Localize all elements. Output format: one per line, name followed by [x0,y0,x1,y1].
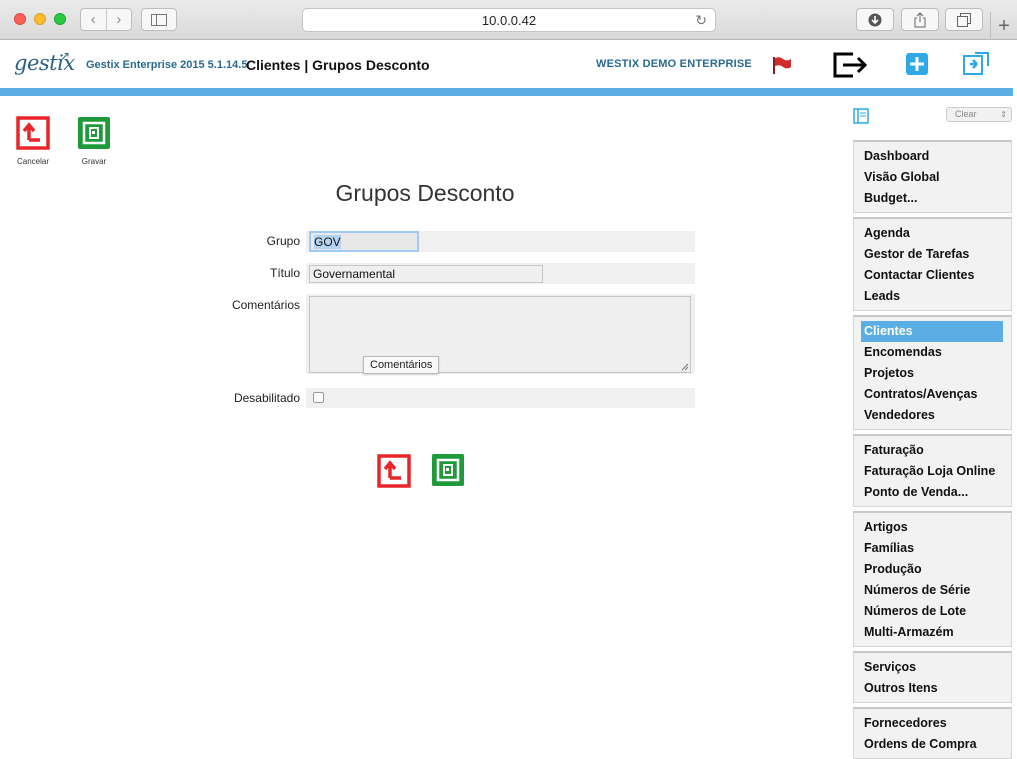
url-text: 10.0.0.42 [481,12,537,28]
clear-select[interactable]: Clear ⇕ [946,107,1012,122]
sidebar-item-gestor-de-tarefas[interactable]: Gestor de Tarefas [854,244,1011,265]
download-icon [868,13,882,26]
sidebar-item-dashboard[interactable]: Dashboard [854,146,1011,167]
cancel-icon [16,116,50,150]
tabs-icon [957,12,971,27]
sidebar-menu-group: Agenda Gestor de Tarefas Contactar Cliente… [853,217,1012,311]
sidebar-item-contactar-clientes[interactable]: Contactar Clientes [854,265,1011,286]
share-button[interactable] [901,8,939,31]
group-input[interactable]: GOV [309,231,419,252]
header-accent-bar [0,88,1013,96]
minimize-window-button[interactable] [34,13,46,25]
disabled-row [306,388,695,408]
title-label: Título [269,266,300,280]
browser-toolbar: ‹ › 10.0.0.42 ↻ + [0,0,1017,40]
disabled-label: Desabilitado [233,391,300,405]
company-name: WESTIX DEMO ENTERPRISE [596,58,752,70]
sidebar-icon [151,13,167,26]
title-value: Governamental [313,267,396,281]
save-icon [78,117,110,149]
comments-label: Comentários [231,298,300,312]
sidebar-menu-group: Faturação Faturação Loja Online Ponto de V… [853,434,1012,507]
save-button-bottom[interactable] [431,453,465,492]
resize-handle-icon[interactable] [681,363,689,371]
sidebar-item-clientes[interactable]: Clientes [861,321,1003,342]
tabs-overview-button[interactable] [945,8,983,31]
sidebar-item-artigos[interactable]: Artigos [854,517,1011,538]
sidebar-item-agenda[interactable]: Agenda [854,223,1011,244]
chevron-updown-icon: ⇕ [1000,110,1007,119]
sidebar-menu-group: Fornecedores Ordens de Compra [853,707,1012,759]
group-label: Grupo [266,234,300,248]
title-input[interactable]: Governamental [309,265,543,283]
sidebar-item-vis-o-global[interactable]: Visão Global [854,167,1011,188]
sidebar-item-n-meros-de-s-rie[interactable]: Números de Série [854,580,1011,601]
sidebar-item-n-meros-de-lote[interactable]: Números de Lote [854,601,1011,622]
right-sidebar: Clear ⇕ Dashboard Visão Global Budget... Ag… [853,96,1017,759]
cancel-label: Cancelar [16,157,49,166]
sidebar-item-budget[interactable]: Budget... [854,188,1011,209]
back-icon[interactable]: ‹ [81,9,107,30]
sidebar-item-multi-armaz-m[interactable]: Multi-Armazém [854,622,1011,643]
sidebar-item-vendedores[interactable]: Vendedores [854,405,1011,426]
comments-tooltip: Comentários [363,356,440,374]
sidebar-item-contratos-aven-as[interactable]: Contratos/Avenças [854,384,1011,405]
form-title: Grupos Desconto [335,180,515,206]
cancel-button-bottom[interactable] [377,454,411,493]
reload-icon[interactable]: ↻ [695,12,707,29]
disabled-checkbox[interactable] [313,392,324,403]
logout-icon[interactable] [833,52,869,83]
sidebar-item-leads[interactable]: Leads [854,286,1011,307]
save-label: Gravar [81,157,107,166]
panel-icon[interactable] [853,108,869,129]
sidebar-item-outros-itens[interactable]: Outros Itens [854,678,1011,699]
sync-icon[interactable] [963,52,989,83]
sidebar-item-fatura-o-loja-online[interactable]: Faturação Loja Online [854,461,1011,482]
close-window-button[interactable] [14,13,26,25]
group-value: GOV [314,235,341,249]
maximize-window-button[interactable] [54,13,66,25]
sidebar-item-fatura-o[interactable]: Faturação [854,440,1011,461]
sidebar-item-fornecedores[interactable]: Fornecedores [854,713,1011,734]
app-header: gestix ↗ Gestix Enterprise 2015 5.1.14.5… [0,40,1017,88]
address-bar[interactable]: 10.0.0.42 ↻ [302,8,716,32]
sidebar-menu-group: Dashboard Visão Global Budget... [853,140,1012,213]
downloads-button[interactable] [856,8,894,31]
sidebar-item-projetos[interactable]: Projetos [854,363,1011,384]
sidebar-item-servi-os[interactable]: Serviços [854,657,1011,678]
cancel-icon [377,454,411,488]
sidebar-item-fam-lias[interactable]: Famílias [854,538,1011,559]
sidebar-menu-group: Serviços Outros Itens [853,651,1012,703]
sidebar-item-produ-o[interactable]: Produção [854,559,1011,580]
new-tab-button[interactable]: + [990,12,1017,40]
sidebar-item-encomendas[interactable]: Encomendas [854,342,1011,363]
flag-icon[interactable] [771,55,793,80]
add-icon[interactable] [905,52,929,81]
history-nav: ‹ › [80,8,132,31]
forward-icon[interactable]: › [107,9,132,30]
cancel-button[interactable]: Cancelar [8,116,58,166]
sidebar-menu-group: Artigos Famílias Produção Números de Série N… [853,511,1012,647]
save-icon [432,454,464,486]
sidebar-toggle-button[interactable] [141,8,177,31]
page-breadcrumb: Clientes | Grupos Desconto [246,57,430,73]
sidebar-menu-group: Clientes Encomendas Projetos Contratos/Aven… [853,315,1012,430]
clear-select-value: Clear [955,109,977,119]
save-button[interactable]: Gravar [69,116,119,166]
app-version: Gestix Enterprise 2015 5.1.14.5 [86,59,248,71]
share-icon [914,11,926,27]
main-content: Cancelar Gravar Grupos Desconto Grupo GO… [0,96,845,745]
logo-arrow-icon: ↗ [60,49,71,63]
sidebar-item-ponto-de-venda[interactable]: Ponto de Venda... [854,482,1011,503]
